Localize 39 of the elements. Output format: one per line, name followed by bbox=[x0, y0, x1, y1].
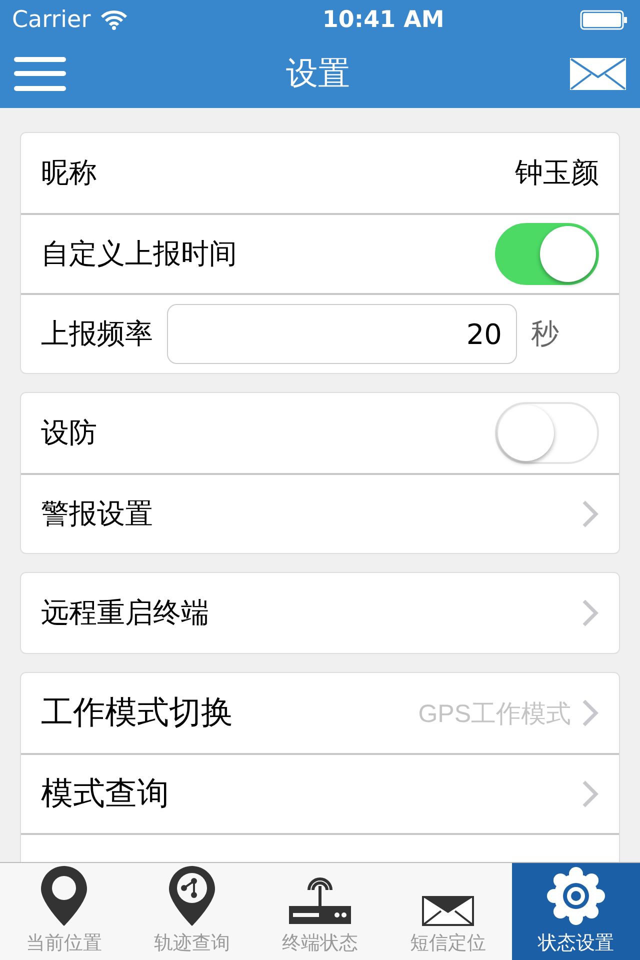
row-label: 远程重启终端 bbox=[41, 595, 209, 631]
tab[interactable]: 当前位置 bbox=[0, 863, 128, 960]
row-link[interactable] bbox=[581, 499, 599, 529]
chevron-icon bbox=[581, 698, 599, 728]
mail-button[interactable] bbox=[570, 58, 626, 90]
wifi-icon bbox=[100, 10, 127, 30]
tab[interactable]: 终端状态 bbox=[256, 863, 384, 960]
row-label: 警报设置 bbox=[41, 496, 153, 532]
envelope-icon bbox=[570, 58, 626, 90]
clock-time: 10:41 AM bbox=[322, 7, 444, 33]
route-pin-icon bbox=[169, 866, 215, 926]
menu-button[interactable] bbox=[14, 57, 66, 91]
menu-icon bbox=[14, 57, 66, 91]
chevron-icon bbox=[581, 499, 599, 529]
row-label: 设防 bbox=[41, 415, 97, 451]
row-label: 工作模式切换 bbox=[41, 692, 233, 733]
carrier-label: Carrier bbox=[12, 7, 91, 33]
row-link[interactable] bbox=[581, 598, 599, 628]
row-label: 自定义上报时间 bbox=[41, 236, 237, 272]
tab[interactable]: 短信定位 bbox=[384, 863, 512, 960]
row-value: 钟玉颜 bbox=[515, 155, 599, 191]
row-link[interactable] bbox=[581, 779, 599, 809]
chevron-icon bbox=[581, 779, 599, 809]
gear-icon bbox=[546, 866, 606, 926]
envelope-icon bbox=[422, 896, 474, 926]
row-label: 昵称 bbox=[41, 155, 97, 191]
tab[interactable]: 轨迹查询 bbox=[128, 863, 256, 960]
input-field[interactable]: 20 bbox=[167, 304, 517, 364]
chevron-icon bbox=[581, 598, 599, 628]
unit-label: 秒 bbox=[531, 316, 560, 352]
battery-icon bbox=[580, 10, 628, 30]
tab[interactable]: 状态设置 bbox=[512, 863, 640, 960]
row-value: GPS工作模式 bbox=[418, 698, 571, 730]
row-label: 模式查询 bbox=[41, 773, 169, 814]
row-label: 上报频率 bbox=[41, 316, 153, 352]
router-icon bbox=[289, 876, 351, 926]
map-pin-icon bbox=[41, 866, 87, 926]
row-link[interactable]: GPS工作模式 bbox=[418, 696, 599, 730]
page-title: 设置 bbox=[286, 53, 350, 94]
